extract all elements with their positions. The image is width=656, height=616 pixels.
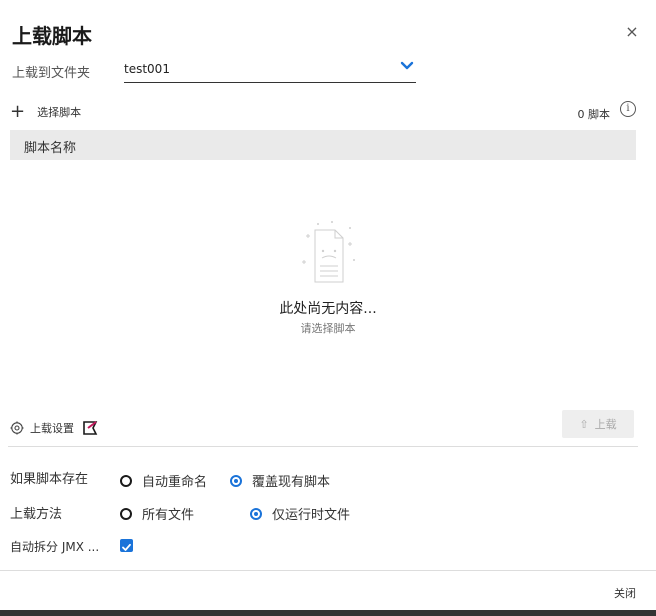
radio-auto-rename-label: 自动重命名 bbox=[142, 475, 208, 490]
upload-icon: ⇧ bbox=[579, 417, 589, 431]
radio-all-files-label: 所有文件 bbox=[142, 508, 195, 523]
if-exists-label: 如果脚本存在 bbox=[10, 472, 89, 487]
radio-all-files[interactable]: 所有文件 bbox=[120, 504, 194, 523]
info-icon[interactable]: i bbox=[620, 101, 636, 117]
empty-subtitle: 请选择脚本 bbox=[300, 322, 356, 335]
script-count: 0 脚本 bbox=[577, 108, 611, 121]
radio-overwrite-label: 覆盖现有脚本 bbox=[252, 475, 331, 490]
auto-split-label: 自动拆分 JMX ... bbox=[10, 540, 100, 554]
upload-settings-label: 上载设置 bbox=[30, 422, 74, 435]
folder-value: test001 bbox=[124, 62, 170, 76]
plus-icon: + bbox=[10, 101, 26, 122]
gear-icon bbox=[10, 421, 24, 435]
select-script-button[interactable]: + 选择脚本 bbox=[10, 102, 81, 122]
empty-document-icon bbox=[302, 221, 355, 283]
close-button[interactable]: 关闭 bbox=[596, 585, 636, 601]
table-header: 脚本名称 bbox=[10, 130, 636, 160]
empty-title: 此处尚无内容... bbox=[279, 301, 377, 317]
select-script-label: 选择脚本 bbox=[37, 106, 82, 119]
radio-unselected-icon bbox=[120, 507, 132, 520]
radio-overwrite[interactable]: 覆盖现有脚本 bbox=[230, 471, 330, 490]
chevron-down-icon[interactable] bbox=[400, 61, 414, 71]
empty-state: 此处尚无内容... 请选择脚本 bbox=[228, 220, 428, 340]
radio-runtime-files[interactable]: 仅运行时文件 bbox=[250, 504, 350, 523]
upload-script-dialog: 上载脚本 × 上载到文件夹 test001 + 选择脚本 0 脚本 i 脚本名称 bbox=[0, 0, 656, 616]
upload-button-label: 上载 bbox=[594, 418, 617, 431]
upload-button[interactable]: ⇧ 上载 bbox=[562, 410, 634, 438]
upload-method-label: 上载方法 bbox=[10, 507, 63, 522]
radio-auto-rename[interactable]: 自动重命名 bbox=[120, 471, 207, 490]
dialog-title: 上载脚本 bbox=[12, 24, 92, 48]
column-header-script-name: 脚本名称 bbox=[24, 141, 77, 156]
radio-unselected-icon bbox=[120, 474, 132, 487]
folder-select[interactable]: test001 bbox=[124, 58, 416, 83]
checkmark-icon bbox=[122, 543, 131, 551]
divider bbox=[8, 446, 638, 447]
flag-icon bbox=[83, 421, 98, 435]
folder-label: 上载到文件夹 bbox=[12, 66, 91, 81]
upload-settings-toggle[interactable]: 上载设置 bbox=[10, 418, 98, 438]
radio-runtime-files-label: 仅运行时文件 bbox=[272, 508, 351, 523]
auto-split-checkbox[interactable] bbox=[120, 539, 133, 552]
bottom-border bbox=[0, 610, 656, 616]
radio-selected-icon bbox=[230, 474, 242, 487]
close-icon[interactable]: × bbox=[622, 22, 642, 42]
radio-selected-icon bbox=[250, 507, 262, 520]
footer-divider bbox=[0, 570, 656, 571]
